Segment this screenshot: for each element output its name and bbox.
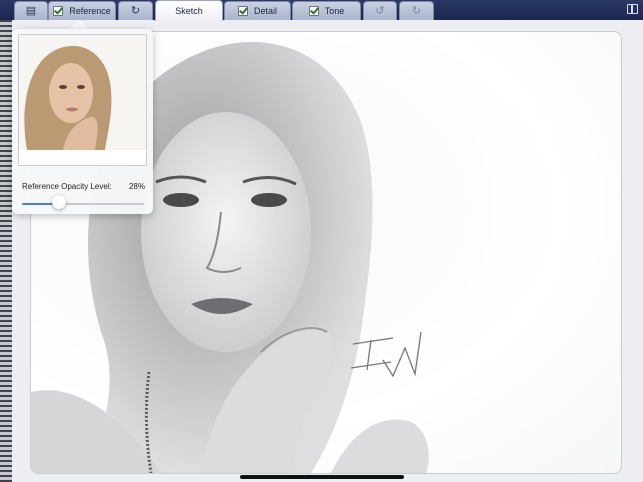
tab-tone-label: Tone — [324, 6, 345, 16]
tab-tone[interactable]: Tone — [292, 1, 361, 20]
opacity-slider-knob[interactable] — [52, 195, 67, 209]
undo-icon: ↺ — [375, 4, 385, 17]
menu-tab[interactable]: ▤ — [14, 1, 48, 20]
tab-sketch[interactable]: Sketch — [155, 0, 223, 21]
reference-popover: Reference Opacity Level: 28% — [12, 29, 153, 214]
tab-reference-label: Reference — [69, 6, 111, 16]
redo-button[interactable]: ↻ — [399, 1, 434, 20]
split-panel-icon[interactable] — [627, 4, 638, 14]
tab-detail[interactable]: Detail — [224, 1, 291, 20]
rotate-icon: ↻ — [130, 4, 141, 17]
tab-detail-label: Detail — [253, 6, 277, 16]
opacity-slider-track[interactable] — [22, 203, 144, 205]
tone-checkbox-icon[interactable] — [308, 6, 319, 16]
opacity-level-label: Reference Opacity Level: — [22, 182, 112, 191]
detail-checkbox-icon[interactable] — [237, 6, 248, 16]
menu-icon: ▤ — [25, 4, 37, 17]
reference-checkbox-icon[interactable] — [53, 6, 64, 16]
redo-icon: ↻ — [411, 4, 422, 17]
rotate-tab[interactable]: ↻ — [118, 1, 153, 20]
undo-button[interactable]: ↺ — [363, 1, 397, 20]
top-toolbar: ▤ Reference ↻ Sketch Detail Tone ↺ ↻ — [0, 0, 643, 21]
tab-sketch-label: Sketch — [175, 6, 203, 16]
home-indicator — [240, 475, 404, 479]
spiral-binding — [0, 20, 12, 482]
reference-photo-thumbnail — [19, 35, 146, 150]
tab-reference[interactable]: Reference — [48, 1, 116, 20]
reference-thumbnail-frame[interactable] — [18, 34, 147, 166]
opacity-level-value: 28% — [128, 182, 145, 191]
